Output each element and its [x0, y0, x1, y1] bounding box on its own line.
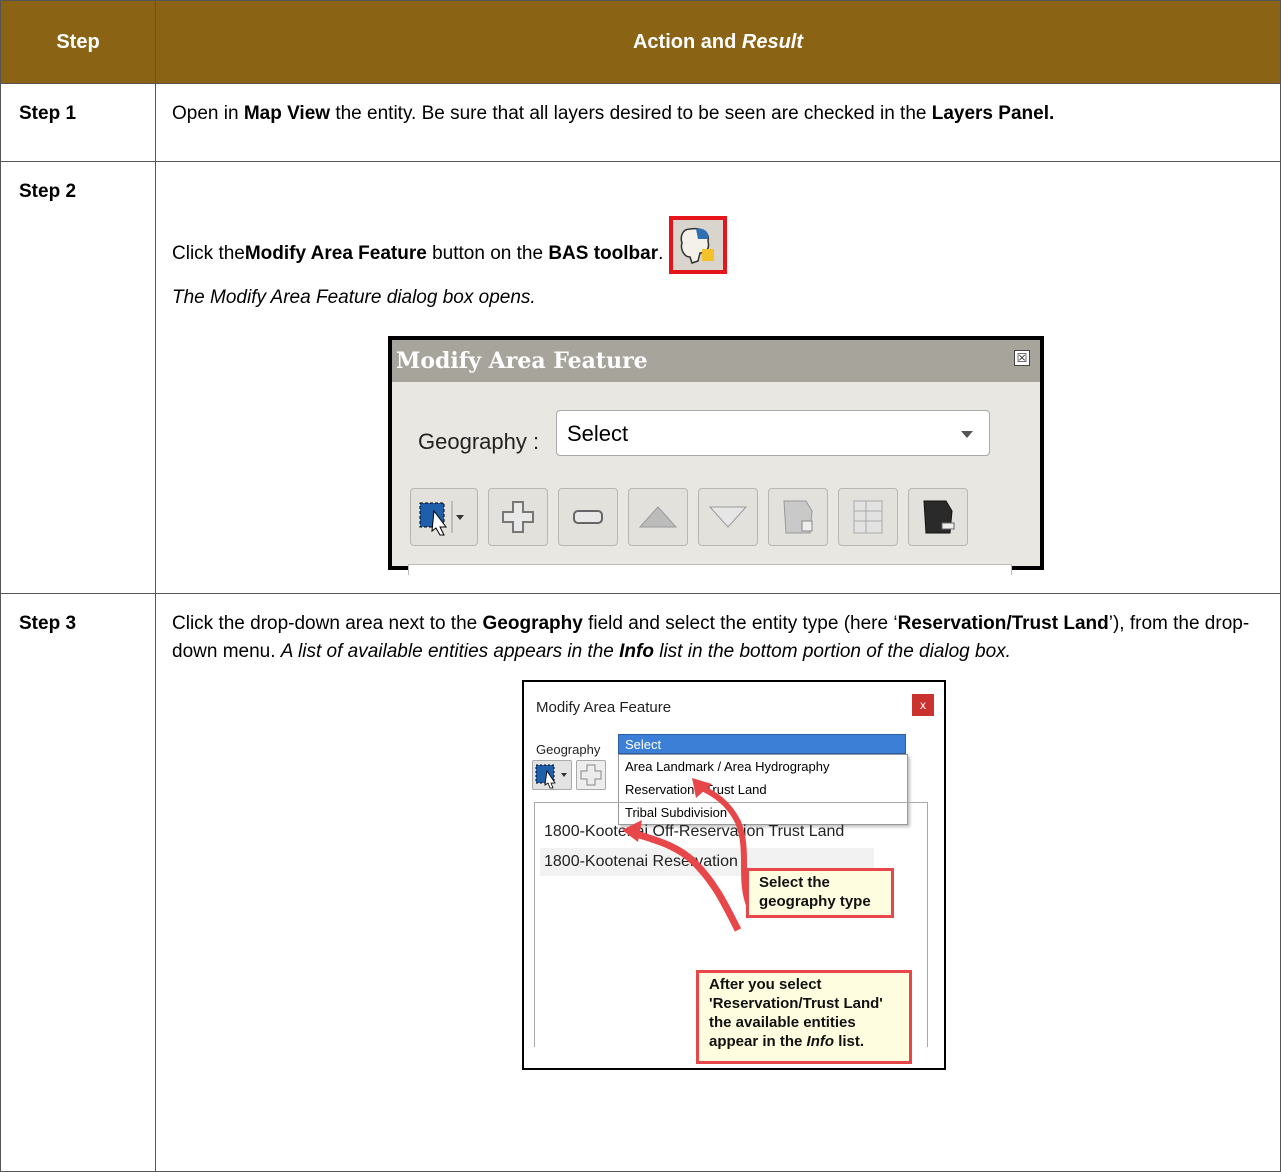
- dropdown-option[interactable]: Area Landmark / Area Hydrography: [619, 755, 907, 778]
- add-area-icon[interactable]: [768, 488, 828, 546]
- step-1-label: Step 1: [0, 83, 156, 162]
- step-2-label: Step 2: [0, 161, 156, 594]
- callout-available-entities: After you select 'Reservation/Trust Land…: [696, 970, 912, 1064]
- geography-label: Geography :: [418, 429, 540, 454]
- step-2-result: The Modify Area Feature dialog box opens…: [172, 287, 536, 308]
- step-3-label: Step 3: [0, 593, 156, 1172]
- header-step: Step: [0, 0, 156, 84]
- select-features-button[interactable]: [532, 760, 572, 790]
- callout-select-geography: Select the geography type: [746, 868, 894, 918]
- close-icon[interactable]: ☒: [1014, 350, 1030, 366]
- select-features-button[interactable]: [410, 488, 478, 546]
- modify-area-feature-icon[interactable]: [669, 216, 728, 274]
- dropdown-option[interactable]: Reservation / Trust Land: [619, 778, 907, 801]
- move-up-icon[interactable]: [628, 488, 688, 546]
- step-1-action: Open in Map View the entity. Be sure tha…: [155, 83, 1281, 162]
- info-list: [408, 564, 1012, 575]
- modify-area-feature-dialog-expanded: Modify Area Feature x Geography Select A…: [522, 680, 946, 1070]
- dialog-title: Modify Area Feature: [392, 340, 1040, 382]
- add-icon[interactable]: [488, 488, 548, 546]
- close-icon[interactable]: x: [912, 694, 934, 716]
- table-icon[interactable]: [838, 488, 898, 546]
- step-3-action: Click the drop-down area next to the Geo…: [155, 593, 1281, 1172]
- remove-area-icon[interactable]: [908, 488, 968, 546]
- step-2-action: Click the Modify Area Feature button on …: [155, 161, 1281, 594]
- chevron-down-icon: [961, 431, 973, 438]
- move-down-icon[interactable]: [698, 488, 758, 546]
- geography-dropdown-selected[interactable]: Select: [618, 734, 906, 754]
- header-action: Action and Result: [155, 0, 1281, 84]
- steps-table: Step Action and Result Step 1 Open in Ma…: [0, 0, 1281, 1172]
- dialog-toolbar: [532, 760, 606, 790]
- add-icon[interactable]: [576, 760, 606, 790]
- geography-select[interactable]: Select: [556, 410, 990, 456]
- modify-area-feature-dialog: Modify Area Feature ☒ Geography : Select: [388, 336, 1044, 575]
- dialog-title: Modify Area Feature: [536, 699, 672, 716]
- dialog-toolbar: [410, 488, 968, 546]
- list-item[interactable]: 1800-Kootenai Off-Reservation Trust Land: [544, 818, 844, 846]
- remove-icon[interactable]: [558, 488, 618, 546]
